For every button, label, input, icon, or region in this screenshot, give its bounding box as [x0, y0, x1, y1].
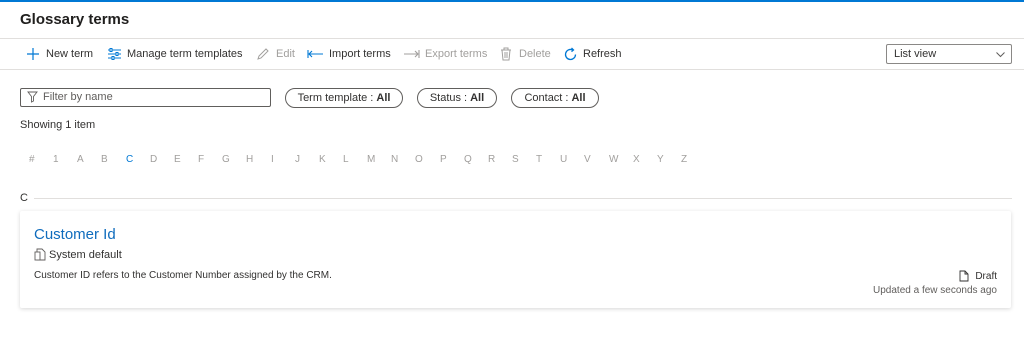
term-card[interactable]: Customer Id System default Customer ID r… — [20, 211, 1011, 308]
alphabet-letter-hash[interactable]: # — [29, 154, 35, 165]
filter-by-name-input[interactable]: Filter by name — [20, 88, 271, 107]
alphabet-letter-b[interactable]: B — [101, 154, 108, 165]
alphabet-letter-y[interactable]: Y — [657, 154, 664, 165]
alphabet-letter-t[interactable]: T — [536, 154, 542, 165]
import-terms-button[interactable]: Import terms — [306, 39, 391, 69]
manage-term-templates-label: Manage term templates — [127, 48, 243, 60]
contact-filter-pill[interactable]: Contact : All — [511, 88, 599, 108]
term-source-label: System default — [49, 248, 122, 261]
alphabet-letter-j[interactable]: J — [295, 154, 300, 165]
alphabet-letter-v[interactable]: V — [584, 154, 591, 165]
alphabet-letter-k[interactable]: K — [319, 154, 326, 165]
page-title: Glossary terms — [20, 11, 130, 28]
refresh-button[interactable]: Refresh — [562, 39, 622, 69]
alphabet-letter-z[interactable]: Z — [681, 154, 687, 165]
header: Glossary terms — [0, 2, 1024, 39]
alphabet-letter-o[interactable]: O — [415, 154, 423, 165]
alphabet-letter-n[interactable]: N — [391, 154, 398, 165]
alphabet-letter-l[interactable]: L — [343, 154, 349, 165]
term-name-link[interactable]: Customer Id — [34, 226, 116, 243]
status-filter-pill[interactable]: Status : All — [417, 88, 497, 108]
edit-button[interactable]: Edit — [255, 39, 295, 69]
alphabet-letter-c[interactable]: C — [126, 154, 133, 165]
document-icon — [959, 270, 969, 282]
alphabet-letter-q[interactable]: Q — [464, 154, 472, 165]
result-count: Showing 1 item — [20, 119, 96, 131]
alphabet-letter-m[interactable]: M — [367, 154, 375, 165]
import-arrow-icon — [306, 46, 324, 62]
manage-term-templates-button[interactable]: Manage term templates — [106, 39, 243, 69]
alphabet-letter-x[interactable]: X — [633, 154, 640, 165]
export-terms-button[interactable]: Export terms — [402, 39, 487, 69]
delete-button[interactable]: Delete — [498, 39, 551, 69]
view-select-value: List view — [894, 48, 937, 60]
document-icon — [34, 248, 46, 261]
alphabet-letter-1[interactable]: 1 — [53, 154, 59, 165]
export-arrow-icon — [402, 46, 420, 62]
term-template-filter-pill[interactable]: Term template : All — [285, 88, 403, 108]
alphabet-letter-p[interactable]: P — [440, 154, 447, 165]
alphabet-letter-i[interactable]: I — [271, 154, 274, 165]
section-letter: C — [20, 192, 28, 204]
alphabet-letter-w[interactable]: W — [609, 154, 618, 165]
pencil-icon — [255, 46, 271, 62]
alphabet-letter-g[interactable]: G — [222, 154, 230, 165]
new-term-label: New term — [46, 48, 94, 60]
contact-filter-value: All — [571, 92, 586, 104]
edit-label: Edit — [276, 48, 295, 60]
term-description: Customer ID refers to the Customer Numbe… — [34, 270, 332, 281]
term-updated-time: Updated a few seconds ago — [873, 285, 997, 296]
alphabet-letter-s[interactable]: S — [512, 154, 519, 165]
import-terms-label: Import terms — [329, 48, 391, 60]
alphabet-letter-h[interactable]: H — [246, 154, 253, 165]
alphabet-letter-r[interactable]: R — [488, 154, 495, 165]
refresh-icon — [562, 46, 578, 62]
plus-icon — [25, 46, 41, 62]
status-filter-label: Status : — [429, 92, 468, 104]
command-bar: New term Manage term templates Edit Impo… — [0, 39, 1024, 70]
funnel-icon — [27, 91, 38, 109]
alphabet-letter-a[interactable]: A — [77, 154, 84, 165]
status-filter-value: All — [470, 92, 485, 104]
alphabet-letter-f[interactable]: F — [198, 154, 204, 165]
delete-label: Delete — [519, 48, 551, 60]
filter-placeholder: Filter by name — [43, 91, 113, 103]
term-template-filter-label: Term template : — [297, 92, 374, 104]
term-status: Draft — [959, 270, 997, 282]
trash-icon — [498, 46, 514, 62]
sliders-icon — [106, 46, 122, 62]
alphabet-letter-u[interactable]: U — [560, 154, 567, 165]
alphabet-letter-d[interactable]: D — [150, 154, 157, 165]
term-status-label: Draft — [975, 270, 997, 282]
section-divider — [34, 198, 1012, 199]
chevron-down-icon — [995, 48, 1006, 66]
term-template-filter-value: All — [376, 92, 391, 104]
contact-filter-label: Contact : — [524, 92, 569, 104]
term-source: System default — [34, 248, 122, 261]
export-terms-label: Export terms — [425, 48, 488, 60]
new-term-button[interactable]: New term — [25, 39, 93, 69]
alphabet-letter-e[interactable]: E — [174, 154, 181, 165]
view-select[interactable]: List view — [886, 44, 1012, 64]
refresh-label: Refresh — [583, 48, 622, 60]
